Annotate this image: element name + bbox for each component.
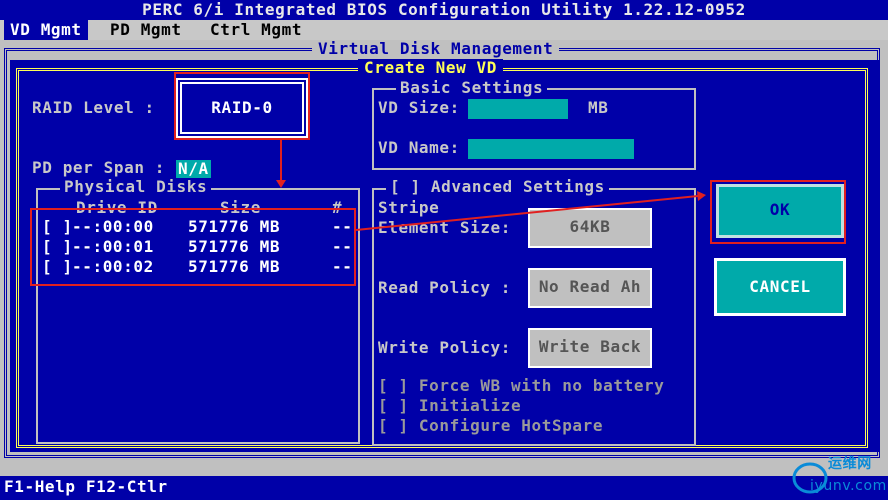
watermark-url: iyunv.com: [810, 478, 887, 494]
annotation-arrows: [276, 140, 706, 231]
annotation-arrowhead-right: [697, 191, 706, 201]
annotation-arrow-right: [355, 195, 699, 231]
watermark-title: 运维网: [828, 456, 872, 472]
annotation-arrowhead-down: [276, 180, 286, 188]
status-help-text: F1-Help F12-Ctlr: [4, 477, 168, 496]
